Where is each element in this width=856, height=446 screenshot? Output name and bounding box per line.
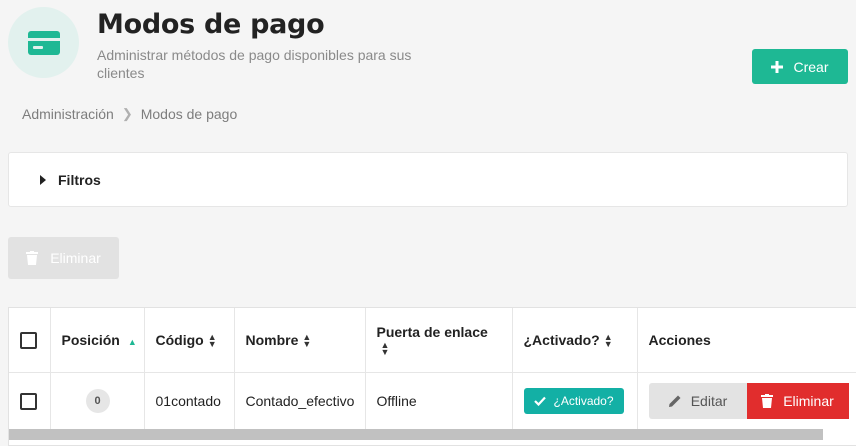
column-header-codigo[interactable]: Código ▲ ▼ — [144, 308, 235, 373]
sort-icon: ▲ ▼ — [207, 331, 217, 349]
breadcrumb: Administración ❯ Modos de pago — [22, 106, 237, 122]
breadcrumb-item-administracion[interactable]: Administración — [22, 106, 114, 122]
column-header-posicion[interactable]: Posición ▲ — [50, 308, 145, 373]
create-button-label: Crear — [793, 58, 829, 75]
bulk-delete-button[interactable]: Eliminar — [8, 237, 119, 279]
position-badge: 0 — [85, 389, 110, 414]
chevron-right-icon: ❯ — [121, 106, 133, 121]
breadcrumb-item-modos-de-pago: Modos de pago — [140, 106, 238, 122]
column-header-activado[interactable]: ¿Activado? ▲ ▼ — [512, 308, 638, 373]
page-subtitle: Administrar métodos de pago disponibles … — [97, 47, 412, 81]
pencil-icon — [668, 395, 681, 408]
code-cell: 01contado — [144, 372, 235, 430]
page-icon-circle — [8, 7, 79, 78]
trash-icon — [26, 251, 39, 265]
table-row: 0 01contado Contado_efectivo Offline ¿Ac… — [9, 372, 856, 430]
create-button[interactable]: Crear — [752, 49, 848, 84]
gateway-cell: Offline — [365, 372, 513, 430]
column-header-acciones: Acciones — [637, 308, 856, 373]
sort-icon: ▲ ▼ — [380, 339, 390, 357]
active-toggle[interactable]: ¿Activado? — [523, 388, 624, 415]
select-all-checkbox[interactable] — [20, 331, 37, 349]
table-header-row: Posición ▲ Código ▲ ▼ Nombre ▲ ▼ Puerta de en… — [9, 308, 856, 373]
trash-icon — [761, 394, 774, 409]
sort-icon: ▲ ▼ — [603, 331, 613, 349]
filters-label: Filtros — [58, 171, 101, 188]
check-icon — [533, 397, 546, 407]
column-header-nombre[interactable]: Nombre ▲ ▼ — [234, 308, 366, 373]
delete-button-label: Eliminar — [783, 393, 834, 410]
page-title: Modos de pago — [97, 9, 325, 40]
caret-right-icon — [40, 174, 46, 185]
position-cell: 0 — [50, 372, 145, 430]
sort-asc-icon: ▲ — [127, 336, 137, 347]
row-select-cell — [9, 372, 51, 430]
filters-toggle[interactable]: Filtros — [8, 152, 848, 207]
payment-modes-table: Posición ▲ Código ▲ ▼ Nombre ▲ ▼ Puerta de en… — [8, 307, 856, 446]
sort-icon: ▲ ▼ — [302, 331, 312, 349]
active-cell: ¿Activado? — [512, 372, 638, 430]
select-all-cell — [9, 308, 51, 373]
column-header-puerta-de-enlace[interactable]: Puerta de enlace▲ ▼ — [365, 308, 513, 373]
credit-card-icon — [27, 30, 60, 55]
active-toggle-label: ¿Activado? — [553, 394, 614, 409]
plus-icon — [771, 60, 784, 73]
bulk-delete-label: Eliminar — [50, 250, 101, 266]
actions-cell: Editar Eliminar — [637, 372, 856, 430]
name-cell: Contado_efectivo — [234, 372, 366, 430]
edit-button-label: Editar — [690, 393, 728, 410]
delete-button[interactable]: Eliminar — [746, 383, 849, 420]
row-checkbox[interactable] — [20, 393, 37, 411]
edit-button[interactable]: Editar — [648, 383, 747, 420]
horizontal-scrollbar[interactable] — [9, 429, 823, 440]
